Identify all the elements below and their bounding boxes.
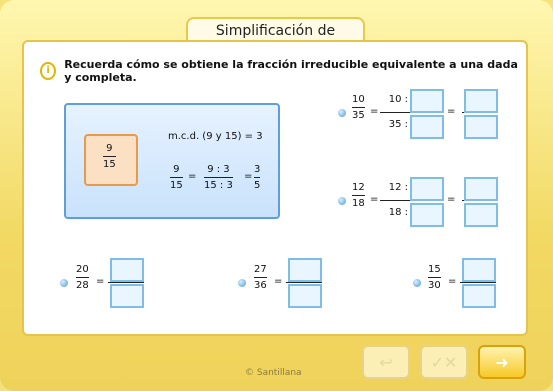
- exercise-c-num-result-input[interactable]: [110, 258, 144, 282]
- exercise-c-den-result-input[interactable]: [110, 284, 144, 308]
- fraction-denominator: 5: [254, 180, 261, 191]
- exercise-a-den-divisor-input[interactable]: [410, 115, 444, 139]
- exercise-a-num-div: 10 :: [388, 94, 408, 105]
- exercise-e-num-result-input[interactable]: [462, 258, 496, 282]
- fraction-numerator: 9: [106, 143, 113, 154]
- fraction-denominator: 15 : 3: [204, 180, 233, 191]
- exercise-e-den-result-input[interactable]: [462, 284, 496, 308]
- equals-sign: =: [188, 171, 197, 182]
- activity-panel: i Recuerda cómo se obtiene la fracción i…: [22, 40, 528, 336]
- example-box: 9 15 m.c.d. (9 y 15) = 3 9 15 = 9 : 3 15…: [64, 103, 280, 219]
- exercise-b-den-divisor-input[interactable]: [410, 203, 444, 227]
- fraction-bar: [108, 282, 144, 283]
- fraction-bar: [460, 282, 496, 283]
- check-icon: ✓✕: [430, 352, 458, 372]
- exercise-bullet: [60, 279, 68, 287]
- exercise-d-num-result-input[interactable]: [288, 258, 322, 282]
- check-button[interactable]: ✓✕: [420, 345, 468, 379]
- example-fraction: 9 15: [103, 143, 116, 170]
- exercise-e-fraction: 15 30: [428, 264, 441, 291]
- publisher-logo: © Santillana: [245, 368, 302, 378]
- fraction-denominator: 35: [352, 110, 365, 121]
- fraction-numerator: 3: [254, 164, 261, 175]
- exercise-bullet: [413, 279, 421, 287]
- exercise-a-num-result-input[interactable]: [464, 89, 498, 113]
- equals-sign: =: [447, 194, 456, 205]
- fraction-numerator: 27: [254, 264, 267, 275]
- fraction-numerator: 9 : 3: [207, 164, 230, 175]
- fraction-numerator: 20: [76, 264, 89, 275]
- equals-sign: =: [274, 276, 283, 287]
- fraction-numerator: 15: [428, 264, 441, 275]
- equals-sign: =: [96, 276, 105, 287]
- example-step2: 9 : 3 15 : 3: [204, 164, 233, 191]
- equals-sign: =: [370, 194, 379, 205]
- fraction-denominator: 15: [103, 159, 116, 170]
- exercise-b-den-result-input[interactable]: [464, 203, 498, 227]
- instruction-row: i Recuerda cómo se obtiene la fracción i…: [40, 58, 526, 84]
- exercise-c-fraction: 20 28: [76, 264, 89, 291]
- exercise-d-den-result-input[interactable]: [288, 284, 322, 308]
- fraction-denominator: 28: [76, 280, 89, 291]
- example-result: 3 5: [254, 164, 261, 191]
- next-button[interactable]: ➜: [478, 345, 526, 379]
- fraction-numerator: 9: [173, 164, 180, 175]
- exercise-a-den-div: 35 :: [388, 119, 408, 130]
- equals-sign: =: [447, 106, 456, 117]
- fraction-denominator: 15: [170, 180, 183, 191]
- mcd-text: m.c.d. (9 y 15) = 3: [168, 131, 263, 142]
- fraction-numerator: 12: [352, 182, 365, 193]
- back-button[interactable]: ↩: [362, 345, 410, 379]
- fraction-numerator: 10: [352, 94, 365, 105]
- fraction-denominator: 18: [352, 198, 365, 209]
- equals-sign: =: [370, 106, 379, 117]
- back-arrow-icon: ↩: [379, 352, 393, 372]
- exercise-a-den-result-input[interactable]: [464, 115, 498, 139]
- exercise-d-fraction: 27 36: [254, 264, 267, 291]
- next-arrow-icon: ➜: [495, 352, 509, 372]
- exercise-b-num-divisor-input[interactable]: [410, 177, 444, 201]
- equals-sign: =: [244, 171, 253, 182]
- exercise-b-den-div: 18 :: [388, 207, 408, 218]
- exercise-bullet: [338, 197, 346, 205]
- exercise-b-fraction: 12 18: [352, 182, 365, 209]
- info-icon: i: [40, 62, 57, 80]
- example-step1: 9 15: [170, 164, 183, 191]
- exercise-bullet: [238, 279, 246, 287]
- exercise-bullet: [338, 109, 346, 117]
- exercise-a-num-divisor-input[interactable]: [410, 89, 444, 113]
- fraction-bar: [286, 282, 322, 283]
- example-fraction-box: 9 15: [84, 134, 138, 186]
- fraction-denominator: 30: [428, 280, 441, 291]
- exercise-b-num-result-input[interactable]: [464, 177, 498, 201]
- equals-sign: =: [448, 276, 457, 287]
- exercise-b-num-div: 12 :: [388, 182, 408, 193]
- instruction-text: Recuerda cómo se obtiene la fracción irr…: [64, 58, 518, 84]
- fraction-denominator: 36: [254, 280, 267, 291]
- exercise-a-fraction: 10 35: [352, 94, 365, 121]
